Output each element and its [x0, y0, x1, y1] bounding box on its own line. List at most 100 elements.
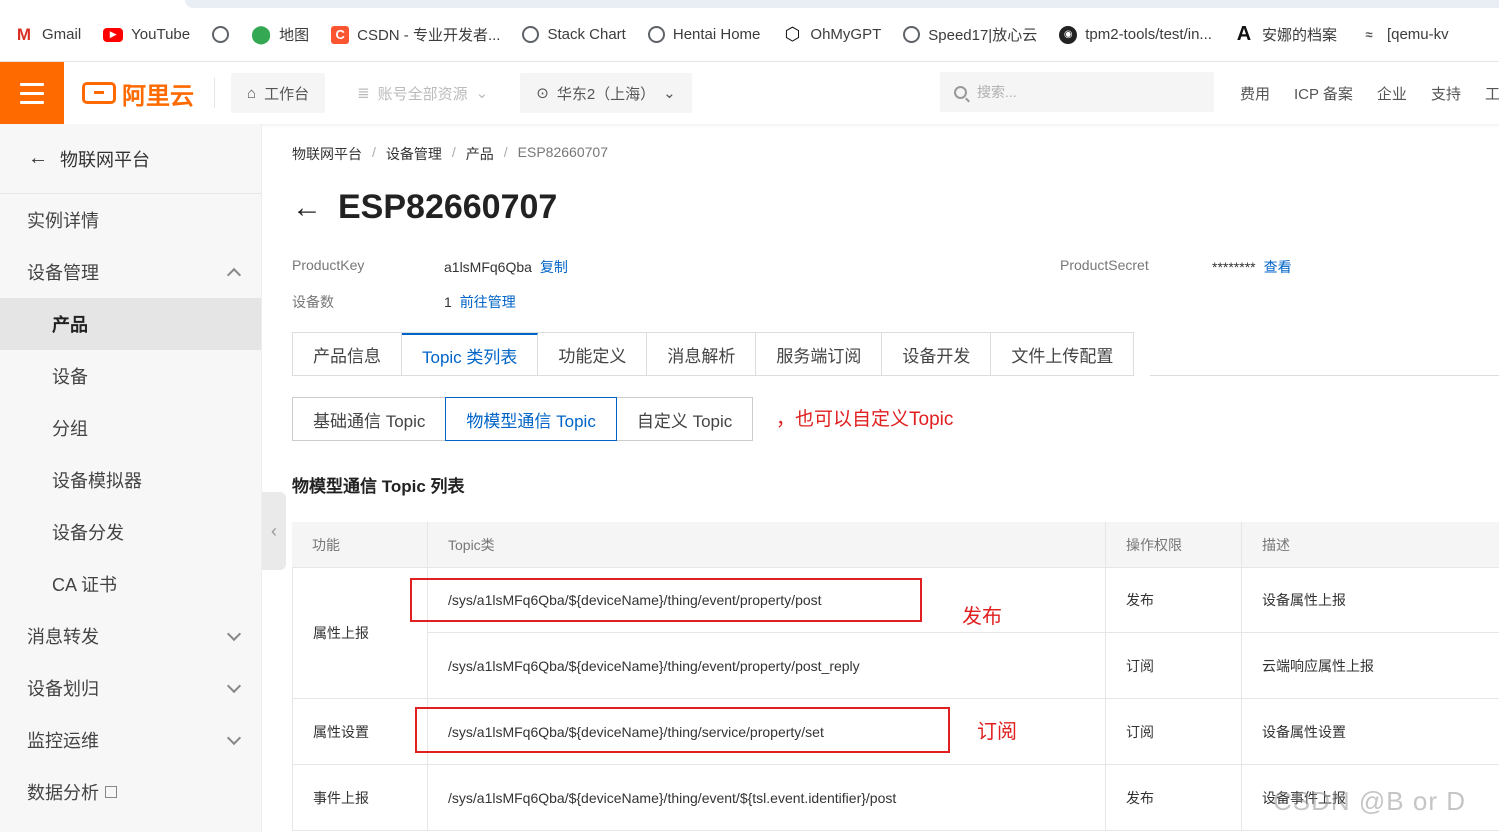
bookmark-item[interactable]: A 安娜的档案 [1234, 23, 1337, 45]
bookmark-label: YouTube [131, 26, 191, 43]
bookmark-item[interactable]: ⬡ OhMyGPT [782, 24, 882, 45]
permission-cell: 订阅 [1106, 699, 1242, 764]
maps-pin-icon: ⬤ [251, 24, 272, 44]
workbench-button[interactable]: ⌂ 工作台 [231, 73, 326, 113]
bookmark-item[interactable]: Stack Chart [522, 26, 626, 43]
tab-item[interactable]: 消息解析 [647, 333, 757, 375]
globe-icon [522, 26, 540, 43]
manage-devices-link[interactable]: 前往管理 [460, 294, 516, 310]
sidebar-item[interactable]: 数据分析 [0, 766, 261, 818]
device-count-group: 1 前往管理 [444, 292, 516, 312]
bookmark-item[interactable]: Hentai Home [647, 26, 760, 43]
permission-cell: 订阅 [1106, 633, 1242, 698]
breadcrumb-item[interactable]: 设备管理 [386, 144, 442, 164]
sidebar-item[interactable]: 设备模拟器 [0, 454, 261, 506]
aliyun-logo-icon [82, 82, 116, 104]
globe-icon [647, 26, 665, 43]
aliyun-logo[interactable]: 阿里云 [82, 76, 194, 111]
bookmark-item[interactable]: Speed17|放心云 [903, 24, 1037, 45]
subtab-item[interactable]: 物模型通信 Topic [445, 397, 617, 441]
topic-cell: /sys/a1lsMFq6Qba/${deviceName}/thing/eve… [428, 765, 1106, 830]
function-cell: 属性上报 [293, 568, 428, 698]
device-count-value: 1 [444, 294, 452, 310]
hamburger-menu-button[interactable] [0, 62, 64, 124]
description-cell: 设备属性设置 [1262, 723, 1346, 740]
tab-bar: 产品信息 Topic 类列表 功能定义 消息解析 服务端订阅 设备开发 文件上传配置 [292, 332, 1135, 376]
top-links: 费用 ICP 备案 企业 支持 工 [1240, 62, 1499, 124]
sidebar-item[interactable]: 设备划归 [0, 662, 261, 714]
topbar-link[interactable]: 企业 [1377, 83, 1407, 104]
bookmark-item[interactable]: ◉ tpm2-tools/test/in... [1059, 25, 1212, 44]
table-header: 功能 Topic类 操作权限 描述 [292, 521, 1499, 568]
tab-item[interactable]: 产品信息 [293, 333, 402, 375]
logo-text: 阿里云 [122, 82, 194, 110]
topbar-link[interactable]: 工 [1485, 83, 1499, 104]
bookmark-item[interactable]: C CSDN - 专业开发者... [331, 24, 500, 45]
topbar-link[interactable]: 费用 [1240, 83, 1270, 104]
tab-item[interactable]: 服务端订阅 [756, 333, 883, 375]
globe-icon [903, 26, 921, 43]
sidebar-item[interactable]: 监控运维 [0, 714, 261, 766]
subtab-item[interactable]: 自定义 Topic [615, 397, 754, 441]
sidebar-back-header[interactable]: ← 物联网平台 [0, 124, 261, 194]
tab-item[interactable]: 功能定义 [538, 333, 648, 375]
github-icon: ◉ [1059, 25, 1078, 44]
publish-annotation: 发布 [962, 606, 1002, 628]
csdn-icon: C [331, 25, 350, 44]
sidebar-item[interactable]: 实例详情 [0, 194, 261, 246]
divider [214, 78, 215, 108]
chevron-down-icon: ⌄ [475, 85, 489, 102]
sidebar-item-label: 消息转发 [27, 627, 99, 647]
sidebar-item[interactable]: 消息转发 [0, 610, 261, 662]
sidebar-item[interactable]: CA 证书 [0, 558, 261, 610]
region-dropdown[interactable]: ⊙ 华东2（上海） ⌄ [520, 73, 692, 113]
bookmark-item[interactable]: ≈ [qemu-kv [1359, 25, 1449, 45]
sidebar-item[interactable]: 分组 [0, 402, 261, 454]
back-arrow-icon[interactable]: ← [292, 191, 322, 225]
custom-topic-annotation: ，也可以自定义Topic [776, 409, 954, 430]
bookmark-label: [qemu-kv [1386, 26, 1449, 43]
copy-link[interactable]: 复制 [540, 259, 568, 275]
view-secret-link[interactable]: 查看 [1264, 259, 1292, 275]
bookmark-item[interactable] [212, 26, 230, 43]
bookmark-label: tpm2-tools/test/in... [1085, 26, 1212, 43]
resources-dropdown[interactable]: ≣ 账号全部资源 ⌄ [341, 73, 505, 113]
sidebar-item[interactable]: 设备分发 [0, 506, 261, 558]
sidebar-title: 物联网平台 [60, 149, 150, 170]
page-title: ESP82660707 [338, 188, 558, 226]
sidebar-item[interactable]: 产品 [0, 298, 261, 350]
workbench-label: 工作台 [264, 85, 310, 103]
topbar-link[interactable]: ICP 备案 [1294, 83, 1353, 104]
topbar-link[interactable]: 支持 [1431, 83, 1461, 104]
bookmark-item[interactable]: ▶ YouTube [103, 26, 190, 43]
page-title-row: ← ESP82660707 [292, 188, 557, 227]
subscribe-annotation: 订阅 [977, 721, 1017, 743]
openai-icon: ⬡ [784, 24, 801, 44]
chevron-down-icon [226, 626, 242, 642]
chevron-left-icon: ‹ [271, 520, 277, 541]
bookmark-label: 地图 [279, 27, 310, 44]
permission-cell: 发布 [1106, 567, 1242, 633]
tab-item[interactable]: 文件上传配置 [991, 333, 1134, 375]
function-cell: 事件上报 [293, 765, 428, 830]
description-cell: 云端响应属性上报 [1262, 657, 1374, 674]
product-secret-value: ******** [1212, 259, 1256, 275]
sidebar-item[interactable]: 设备 [0, 350, 261, 402]
breadcrumb-item[interactable]: 物联网平台 [292, 144, 362, 164]
tab-item[interactable]: 设备开发 [882, 333, 992, 375]
sidebar-item[interactable]: 设备管理 [0, 246, 261, 298]
sidebar-item-label: 数据分析 [27, 783, 99, 803]
tab-item[interactable]: Topic 类列表 [402, 333, 539, 375]
bookmark-item[interactable]: M Gmail [14, 25, 81, 45]
subtab-item[interactable]: 基础通信 Topic [292, 397, 447, 441]
breadcrumb-item[interactable]: 产品 [466, 144, 494, 164]
topic-cell: /sys/a1lsMFq6Qba/${deviceName}/thing/eve… [428, 633, 1106, 698]
sidebar-collapse-handle[interactable]: ‹ [262, 492, 286, 570]
chevron-down-icon [226, 730, 242, 746]
sidebar-item-label: 设备分发 [52, 523, 124, 543]
breadcrumb-separator: / [372, 144, 376, 160]
bookmark-item[interactable]: ⬤ 地图 [251, 24, 309, 45]
description-cell: 设备属性上报 [1262, 592, 1346, 608]
product-secret-label: ProductSecret [1060, 257, 1149, 273]
search-input[interactable]: 搜索... [940, 72, 1214, 112]
